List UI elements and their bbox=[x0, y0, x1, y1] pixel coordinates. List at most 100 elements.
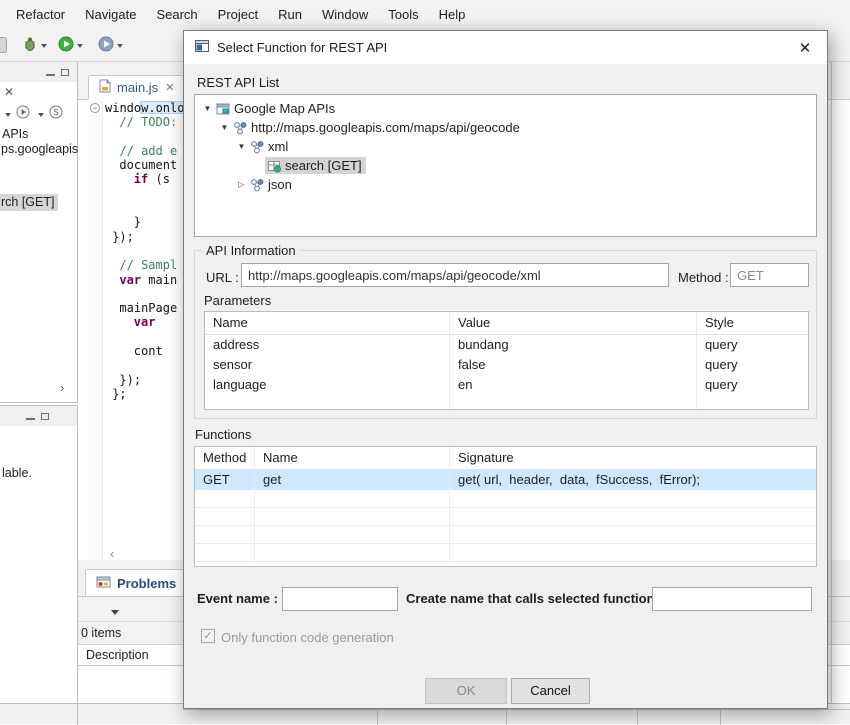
table-row[interactable]: languageenquery bbox=[205, 375, 808, 395]
chevron-down-icon[interactable]: ▼ bbox=[218, 123, 231, 132]
code-line: // Sampl bbox=[105, 258, 192, 272]
table-empty-cell bbox=[255, 508, 450, 525]
column-header-value[interactable]: Value bbox=[450, 312, 697, 334]
scroll-right-icon[interactable]: › bbox=[60, 380, 64, 395]
table-empty-cell bbox=[450, 395, 697, 410]
dialog-titlebar[interactable]: Select Function for REST API ✕ bbox=[184, 31, 827, 64]
menu-item-tools[interactable]: Tools bbox=[378, 0, 428, 30]
menu-item-help[interactable]: Help bbox=[429, 0, 476, 30]
column-header-name[interactable]: Name bbox=[255, 447, 450, 469]
column-header-signature[interactable]: Signature bbox=[450, 447, 816, 469]
code-line: document bbox=[105, 158, 192, 172]
code-line bbox=[105, 130, 192, 144]
code-line: }); bbox=[105, 373, 192, 387]
explorer-item[interactable]: ps.googleapis. bbox=[0, 141, 86, 158]
functions-table: MethodNameSignatureGETgetget( url, heade… bbox=[194, 446, 817, 567]
only-function-code-checkbox[interactable]: ✓ bbox=[201, 629, 215, 643]
code-token: main bbox=[141, 273, 177, 287]
tree-node-selection[interactable]: Google Map APIs bbox=[214, 100, 339, 117]
dropdown-caret-icon[interactable] bbox=[77, 44, 83, 48]
menu-item-project[interactable]: Project bbox=[208, 0, 268, 30]
tree-node-search-get-[interactable]: search [GET] bbox=[195, 156, 816, 175]
code-line: // TODO: bbox=[105, 115, 192, 129]
dialog-title: Select Function for REST API bbox=[217, 40, 387, 55]
tree-node-selection[interactable]: search [GET] bbox=[265, 157, 366, 174]
maximize-icon[interactable] bbox=[41, 413, 49, 420]
table-row[interactable]: addressbundangquery bbox=[205, 335, 808, 355]
code-token: // add e bbox=[119, 144, 177, 158]
run-button[interactable] bbox=[58, 34, 83, 58]
code-token: cont bbox=[134, 344, 163, 358]
tab-problems[interactable]: Problems bbox=[85, 569, 187, 597]
rest-api-list-label: REST API List bbox=[197, 75, 279, 90]
code-line: } bbox=[105, 215, 192, 229]
tree-node-selection[interactable]: json bbox=[248, 176, 296, 193]
parameters-table: NameValueStyleaddressbundangquerysensorf… bbox=[204, 311, 809, 410]
scroll-left-icon[interactable]: ‹ bbox=[110, 546, 114, 561]
table-cell: query bbox=[697, 335, 808, 355]
status-divider bbox=[77, 704, 78, 725]
column-header-method[interactable]: Method bbox=[195, 447, 255, 469]
table-row[interactable]: GETgetget( url, header, data, fSuccess, … bbox=[195, 470, 816, 490]
code-line: if (s bbox=[105, 172, 192, 186]
tree-node-google-map-apis[interactable]: ▼Google Map APIs bbox=[195, 99, 816, 118]
chevron-right-icon[interactable]: ▷ bbox=[235, 180, 248, 189]
tree-node-label: search [GET] bbox=[285, 158, 362, 173]
profile-button[interactable] bbox=[98, 34, 123, 58]
tree-node-http-maps-googleapis-com-maps-api-geocode[interactable]: ▼http://maps.googleapis.com/maps/api/geo… bbox=[195, 118, 816, 137]
minimize-icon[interactable] bbox=[26, 412, 35, 420]
explorer-item[interactable]: rch [GET] bbox=[0, 194, 58, 211]
tree-node-selection[interactable]: http://maps.googleapis.com/maps/api/geoc… bbox=[231, 119, 524, 136]
table-empty-cell bbox=[195, 544, 255, 561]
fold-rail: − bbox=[88, 101, 103, 613]
code-line: var main bbox=[105, 273, 192, 287]
tree-node-xml[interactable]: ▼xml bbox=[195, 137, 816, 156]
code-token: var bbox=[119, 273, 141, 287]
dialog-close-icon[interactable]: ✕ bbox=[793, 39, 817, 57]
code-line: cont bbox=[105, 344, 192, 358]
code-token: // TODO: bbox=[119, 115, 177, 129]
script-explorer-panel: ✕ S APIsps.googleapis.rch [GET] › bbox=[0, 62, 78, 403]
chevron-down-icon[interactable]: ▼ bbox=[201, 104, 214, 113]
functions-label: Functions bbox=[195, 427, 251, 442]
table-empty-cell bbox=[450, 508, 816, 525]
view-menu-caret-icon[interactable] bbox=[111, 610, 119, 615]
status-cell-border bbox=[637, 709, 638, 725]
table-cell: en bbox=[450, 375, 697, 395]
ok-button[interactable]: OK bbox=[425, 678, 507, 704]
debug-button[interactable] bbox=[22, 34, 47, 58]
editor-tab-mainjs[interactable]: main.js ✕ bbox=[88, 75, 184, 100]
table-cell: sensor bbox=[205, 355, 450, 375]
dialog-window-icon bbox=[194, 39, 210, 56]
tab-close-icon[interactable]: ✕ bbox=[165, 81, 174, 94]
menu-item-search[interactable]: Search bbox=[146, 0, 207, 30]
fold-collapse-icon[interactable]: − bbox=[90, 103, 100, 113]
rest-api-tree: ▼Google Map APIs▼http://maps.googleapis.… bbox=[194, 94, 817, 237]
tree-node-json[interactable]: ▷ json bbox=[195, 175, 816, 194]
menu-item-refactor[interactable]: Refactor bbox=[6, 0, 75, 30]
code-line: }; bbox=[105, 387, 192, 401]
table-empty-cell bbox=[195, 490, 255, 507]
table-cell: address bbox=[205, 335, 450, 355]
table-cell: language bbox=[205, 375, 450, 395]
dropdown-caret-icon[interactable] bbox=[41, 44, 47, 48]
method-input[interactable] bbox=[730, 263, 809, 287]
code-line bbox=[105, 358, 192, 372]
event-name-input[interactable] bbox=[282, 587, 398, 611]
cancel-button[interactable]: Cancel bbox=[511, 678, 590, 704]
dropdown-caret-icon[interactable] bbox=[117, 44, 123, 48]
code-token: mainPage bbox=[119, 301, 177, 315]
tree-node-selection[interactable]: xml bbox=[248, 138, 292, 155]
chevron-down-icon[interactable]: ▼ bbox=[235, 142, 248, 151]
create-name-input[interactable] bbox=[652, 587, 812, 611]
menu-item-navigate[interactable]: Navigate bbox=[75, 0, 146, 30]
table-header-row: MethodNameSignature bbox=[195, 447, 816, 470]
column-header-name[interactable]: Name bbox=[205, 312, 450, 334]
table-row[interactable]: sensorfalsequery bbox=[205, 355, 808, 375]
menu-item-window[interactable]: Window bbox=[312, 0, 378, 30]
menu-item-run[interactable]: Run bbox=[268, 0, 312, 30]
column-header-style[interactable]: Style bbox=[697, 312, 808, 334]
url-input[interactable] bbox=[241, 263, 669, 287]
tree-node-label: json bbox=[268, 177, 292, 192]
clipped-toolbar-icon[interactable] bbox=[0, 37, 7, 53]
